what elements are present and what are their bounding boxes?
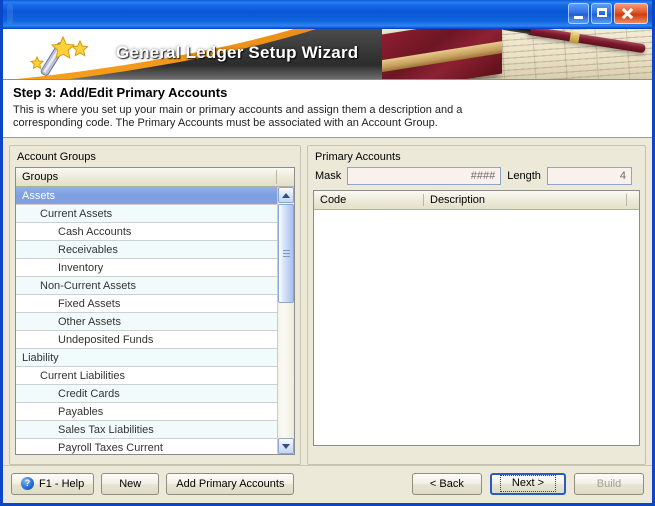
title-bar — [3, 0, 652, 29]
account-group-label: Inventory — [58, 262, 104, 274]
account-group-row[interactable]: Receivables — [16, 241, 277, 259]
question-mark-icon: ? — [21, 477, 34, 490]
wizard-banner: General Ledger Setup Wizard — [3, 29, 652, 80]
build-button-label: Build — [596, 477, 622, 490]
account-groups-title: Account Groups — [17, 151, 96, 163]
close-button[interactable] — [614, 3, 648, 24]
account-group-label: Payables — [58, 406, 104, 418]
column-header-code[interactable]: Code — [314, 194, 424, 206]
account-group-row[interactable]: Cash Accounts — [16, 223, 277, 241]
mask-label: Mask — [315, 170, 342, 182]
column-divider — [276, 170, 277, 184]
account-group-label: Undeposited Funds — [58, 334, 154, 346]
page-title: Step 3: Add/Edit Primary Accounts — [13, 85, 228, 100]
left-button-group: ? F1 - Help New Add Primary Accounts — [11, 472, 295, 495]
mask-length-row: Mask Length — [315, 167, 640, 185]
back-button-label: < Back — [429, 477, 464, 490]
next-button-label: Next > — [499, 475, 556, 492]
account-groups-column-header: Groups — [16, 168, 294, 187]
account-group-row[interactable]: Other Assets — [16, 313, 277, 331]
account-group-row[interactable]: Payables — [16, 403, 277, 421]
primary-accounts-panel: Primary Accounts Mask Length Code Descri… — [307, 145, 646, 465]
banner-title: General Ledger Setup Wizard — [116, 43, 359, 62]
scrollbar-grip-icon — [283, 250, 290, 257]
primary-accounts-column-header: Code Description — [314, 191, 639, 210]
primary-accounts-title: Primary Accounts — [315, 151, 401, 163]
account-group-label: Current Assets — [40, 208, 113, 220]
account-group-row[interactable]: Payroll Taxes Current — [16, 439, 277, 454]
account-group-label: Sales Tax Liabilities — [58, 424, 154, 436]
magic-wand-icon — [29, 35, 89, 76]
help-button[interactable]: ? F1 - Help — [11, 472, 95, 495]
account-group-label: Fixed Assets — [58, 298, 121, 310]
new-button-label: New — [119, 477, 142, 490]
back-button[interactable]: < Back — [411, 472, 482, 495]
account-group-label: Payroll Taxes Current — [58, 442, 163, 454]
account-group-label: Assets — [22, 190, 56, 202]
build-button: Build — [574, 472, 644, 495]
account-group-row[interactable]: Sales Tax Liabilities — [16, 421, 277, 439]
account-group-label: Credit Cards — [58, 388, 120, 400]
account-group-row[interactable]: Undeposited Funds — [16, 331, 277, 349]
account-groups-panel: Account Groups Groups Assets Current Asse… — [9, 145, 301, 465]
wizard-body: Account Groups Groups Assets Current Asse… — [3, 138, 652, 465]
mask-input[interactable] — [347, 167, 502, 185]
wizard-window: General Ledger Setup Wizard Step 3: Add/… — [0, 0, 655, 506]
scroll-down-button[interactable] — [278, 438, 294, 454]
account-group-label: Non-Current Assets — [40, 280, 136, 292]
account-group-row[interactable]: Current Liabilities — [16, 367, 277, 385]
column-header-groups: Groups — [22, 171, 59, 183]
account-group-row[interactable]: Inventory — [16, 259, 277, 277]
account-group-row[interactable]: Assets — [16, 187, 277, 205]
length-input[interactable] — [546, 167, 632, 185]
column-header-description[interactable]: Description — [424, 194, 627, 206]
step-header: Step 3: Add/Edit Primary Accounts This i… — [3, 80, 652, 138]
next-button[interactable]: Next > — [489, 472, 566, 495]
account-group-row[interactable]: Credit Cards — [16, 385, 277, 403]
account-group-label: Cash Accounts — [58, 226, 132, 238]
title-bar-spacer — [7, 4, 13, 24]
account-group-row[interactable]: Non-Current Assets — [16, 277, 277, 295]
primary-accounts-grid[interactable]: Code Description — [313, 190, 640, 446]
add-primary-accounts-label: Add Primary Accounts — [176, 477, 285, 490]
step-description: This is where you set up your main or pr… — [13, 104, 463, 129]
account-group-row[interactable]: Fixed Assets — [16, 295, 277, 313]
account-group-label: Liability — [22, 352, 59, 364]
help-button-label: F1 - Help — [39, 477, 85, 490]
length-label: Length — [507, 170, 541, 182]
account-groups-scrollbar[interactable] — [277, 187, 294, 454]
scroll-up-button[interactable] — [278, 187, 294, 203]
window-controls — [568, 3, 648, 24]
account-groups-list[interactable]: Groups Assets Current Assets Cash Accounts… — [15, 167, 295, 455]
primary-accounts-rows — [314, 210, 639, 445]
account-group-label: Current Liabilities — [40, 370, 125, 382]
new-button[interactable]: New — [101, 472, 160, 495]
pen-band — [569, 31, 580, 44]
button-bar: ? F1 - Help New Add Primary Accounts < B… — [3, 465, 652, 501]
minimize-button[interactable] — [568, 3, 589, 24]
account-group-label: Receivables — [58, 244, 118, 256]
ledger-photo — [382, 29, 652, 79]
add-primary-accounts-button[interactable]: Add Primary Accounts — [166, 472, 295, 495]
account-group-row[interactable]: Liability — [16, 349, 277, 367]
right-button-group: < Back Next > Build — [411, 472, 644, 495]
chevron-up-icon — [282, 193, 290, 198]
scrollbar-thumb[interactable] — [278, 204, 294, 303]
chevron-down-icon — [282, 444, 290, 449]
account-groups-rows: Assets Current Assets Cash Accounts Receiva… — [16, 187, 277, 454]
account-group-row[interactable]: Current Assets — [16, 205, 277, 223]
account-group-label: Other Assets — [58, 316, 121, 328]
maximize-button[interactable] — [591, 3, 612, 24]
